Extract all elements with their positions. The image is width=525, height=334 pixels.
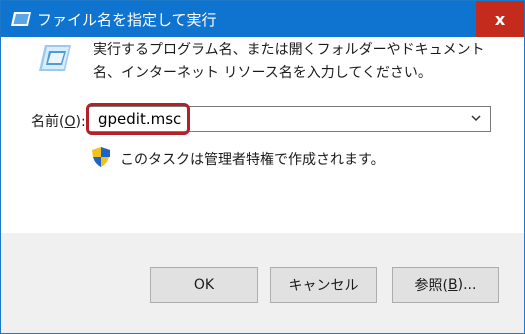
browse-label-accelerator: B (448, 277, 458, 293)
cancel-button[interactable]: キャンセル (270, 267, 377, 303)
name-field-label: 名前(O): (31, 111, 86, 131)
browse-button[interactable]: 参照(B)... (392, 267, 499, 303)
name-label-prefix: 名前( (31, 114, 65, 130)
input-highlight-box (86, 103, 190, 135)
window-title: ファイル名を指定して実行 (37, 11, 217, 29)
admin-privilege-note: このタスクは管理者特権で作成されます。 (120, 152, 385, 168)
browse-label-suffix: )... (457, 277, 477, 293)
uac-shield-icon (92, 147, 110, 167)
run-dialog: ファイル名を指定して実行 x 実行するプログラム名、または開くフォルダーやドキュ… (0, 0, 525, 334)
name-label-accelerator: O (64, 114, 76, 130)
close-button[interactable]: x (476, 1, 524, 37)
browse-label-prefix: 参照( (414, 278, 449, 294)
dialog-description: 実行するプログラム名、または開くフォルダーやドキュメント名、インターネット リソ… (93, 42, 485, 81)
chevron-down-icon[interactable] (470, 111, 482, 125)
name-label-suffix: ): (75, 114, 86, 130)
run-program-icon (39, 45, 71, 71)
ok-button[interactable]: OK (150, 267, 258, 303)
title-bar[interactable]: ファイル名を指定して実行 x (1, 1, 524, 37)
run-dialog-icon (11, 12, 31, 26)
